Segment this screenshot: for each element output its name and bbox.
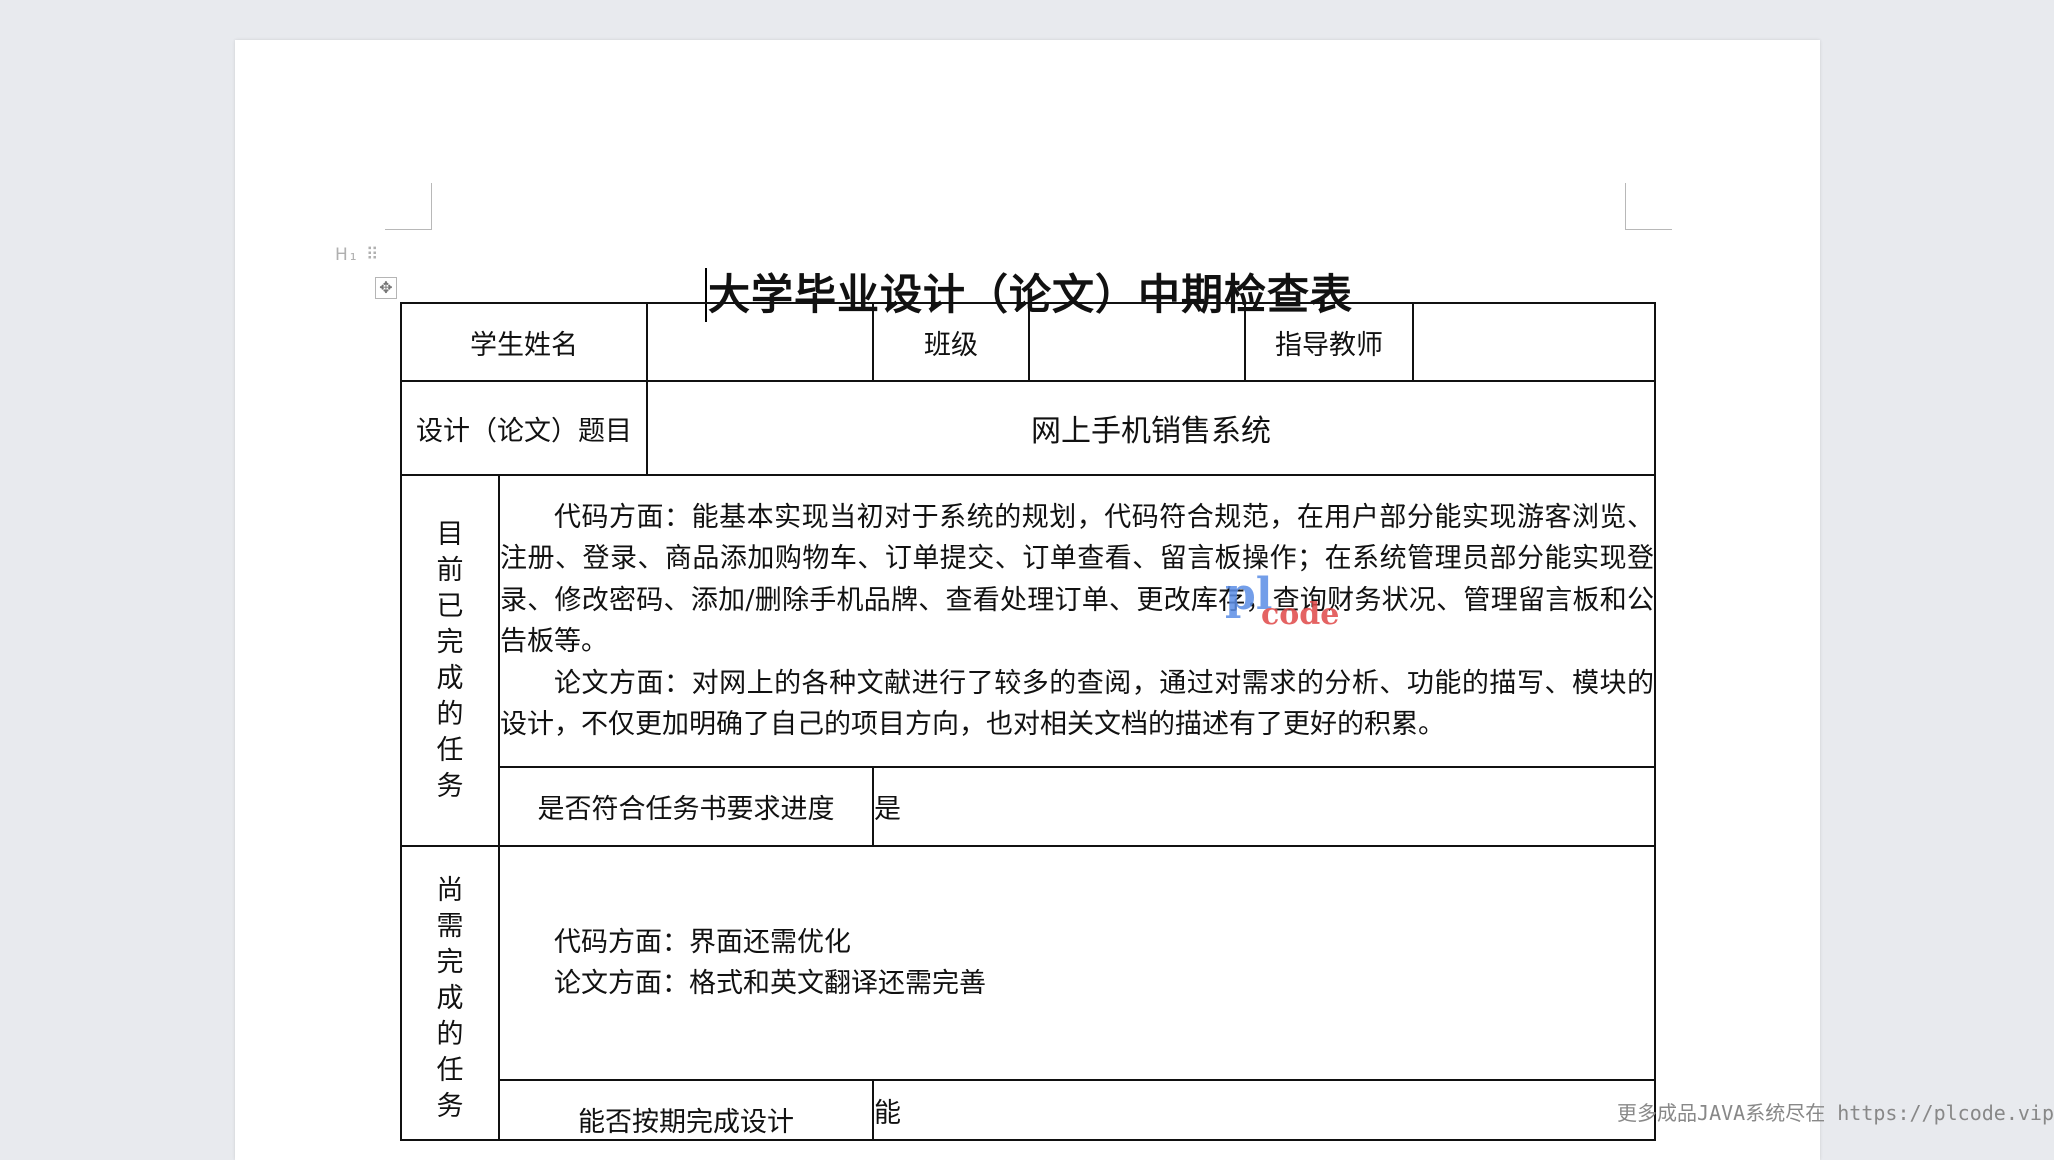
class-label: 班级 bbox=[873, 303, 1029, 381]
advisor-label: 指导教师 bbox=[1245, 303, 1413, 381]
margin-corner-mark-right bbox=[1625, 183, 1672, 230]
progress-requirement-value[interactable]: 是 bbox=[873, 767, 1655, 846]
completed-code-paragraph: 代码方面：能基本实现当初对于系统的规划，代码符合规范，在用户部分能实现游客浏览、… bbox=[500, 497, 1654, 663]
topic-value-cell[interactable]: 网上手机销售系统 bbox=[647, 381, 1655, 475]
topic-label: 设计（论文）题目 bbox=[401, 381, 647, 475]
footer-promo-text: 更多成品JAVA系统尽在 https://plcode.vip bbox=[1617, 1097, 2054, 1126]
document-page: H₁ ⠿ ✥ 大学毕业设计（论文）中期检查表 学生姓名 班级 指导教师 设计（论… bbox=[235, 40, 1820, 1160]
ontime-completion-value[interactable]: 能 bbox=[873, 1080, 1655, 1140]
remaining-thesis-paragraph: 论文方面：格式和英文翻译还需完善 bbox=[500, 963, 1654, 1005]
midterm-check-table: 学生姓名 班级 指导教师 设计（论文）题目 网上手机销售系统 目 前 已 完 成… bbox=[400, 302, 1656, 1141]
plcode-watermark-logo: pl code bbox=[1225, 580, 1339, 630]
table-move-handle-icon[interactable]: ✥ bbox=[375, 277, 397, 299]
heading-drag-handle-icon[interactable]: H₁ ⠿ bbox=[335, 245, 380, 265]
remaining-code-paragraph: 代码方面：界面还需优化 bbox=[500, 922, 1654, 964]
ontime-completion-label: 能否按期完成设计 bbox=[499, 1080, 873, 1140]
remaining-tasks-text-cell[interactable]: 代码方面：界面还需优化 论文方面：格式和英文翻译还需完善 bbox=[499, 846, 1655, 1080]
completed-tasks-text-cell[interactable]: 代码方面：能基本实现当初对于系统的规划，代码符合规范，在用户部分能实现游客浏览、… bbox=[499, 475, 1655, 767]
completed-thesis-paragraph: 论文方面：对网上的各种文献进行了较多的查阅，通过对需求的分析、功能的描写、模块的… bbox=[500, 663, 1654, 746]
remaining-tasks-label: 尚 需 完 成 的 任 务 bbox=[401, 846, 499, 1140]
completed-tasks-label: 目 前 已 完 成 的 任 务 bbox=[401, 475, 499, 846]
class-cell[interactable] bbox=[1029, 303, 1245, 381]
progress-requirement-label: 是否符合任务书要求进度 bbox=[499, 767, 873, 846]
student-name-label: 学生姓名 bbox=[401, 303, 647, 381]
student-name-cell[interactable] bbox=[647, 303, 873, 381]
margin-corner-mark-left bbox=[385, 183, 432, 230]
advisor-cell[interactable] bbox=[1413, 303, 1655, 381]
